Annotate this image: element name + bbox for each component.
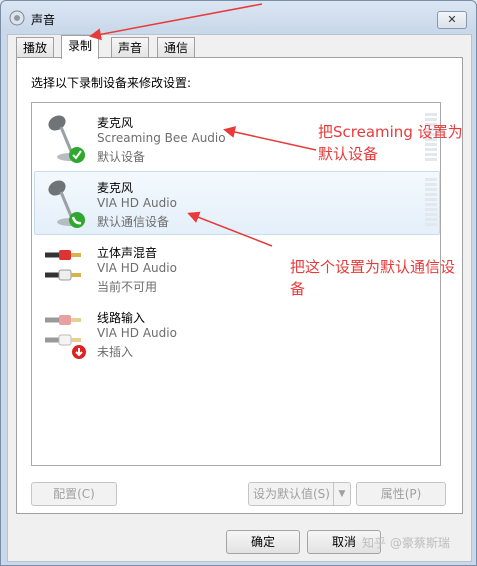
rca-cable-icon [45, 315, 86, 359]
tab-recording[interactable]: 录制 [61, 35, 100, 59]
watermark: 知乎 @豪蔡斯瑞 [362, 536, 450, 550]
device-status: 当前不可用 [97, 280, 158, 294]
device-row-via-mic[interactable]: 麦克风 VIA HD Audio 默认通信设备 [34, 171, 440, 235]
device-driver: VIA HD Audio [97, 196, 177, 210]
microphone-icon [48, 115, 85, 163]
device-name: 麦克风 [97, 181, 134, 195]
level-meter [425, 178, 437, 228]
device-name: 麦克风 [97, 116, 134, 130]
close-button[interactable]: ✕ [437, 11, 467, 29]
set-default-button[interactable]: 设为默认值(S) ▼ [248, 482, 351, 506]
chevron-down-icon[interactable]: ▼ [333, 483, 350, 505]
device-row-line-in[interactable]: 线路输入 VIA HD Audio 未插入 [34, 301, 440, 365]
annotation-default-device: 把Screaming 设置为默认设备 [318, 123, 463, 163]
microphone-icon [48, 180, 85, 228]
device-driver: Screaming Bee Audio [97, 131, 226, 145]
instruction-text: 选择以下录制设备来修改设置: [31, 76, 192, 90]
device-driver: VIA HD Audio [97, 261, 177, 275]
ok-button[interactable]: 确定 [226, 530, 300, 554]
tab-communications[interactable]: 通信 [157, 37, 196, 58]
phone-badge-icon [69, 212, 85, 228]
properties-button[interactable]: 属性(P) [356, 482, 446, 506]
tab-playback[interactable]: 播放 [16, 37, 55, 58]
device-name: 线路输入 [97, 311, 146, 325]
device-status: 未插入 [97, 345, 134, 359]
rca-cable-icon [45, 250, 81, 281]
annotation-default-comm-device: 把这个设置为默认通信设备 [290, 258, 456, 298]
device-status: 默认通信设备 [97, 215, 170, 229]
tab-sounds[interactable]: 声音 [111, 37, 150, 58]
speaker-icon [9, 10, 25, 26]
device-driver: VIA HD Audio [97, 326, 177, 340]
title-bar[interactable]: 声音 ✕ [1, 1, 476, 35]
device-name: 立体声混音 [97, 246, 158, 260]
set-default-label: 设为默认值(S) [253, 487, 330, 501]
window-title: 声音 [31, 13, 56, 27]
device-status: 默认设备 [97, 150, 146, 164]
configure-button[interactable]: 配置(C) [31, 482, 117, 506]
